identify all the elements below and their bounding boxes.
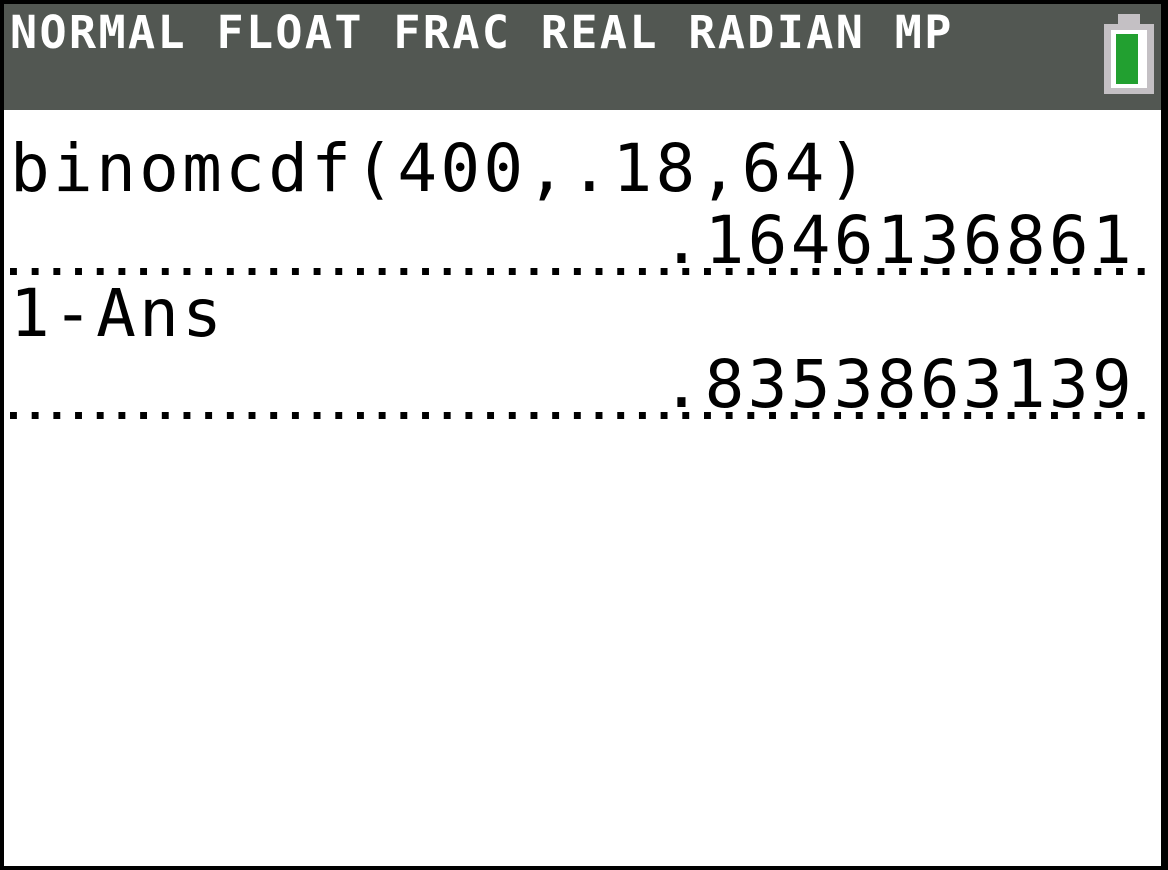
entry-divider [10, 412, 1156, 419]
history-result-1[interactable]: .1646136861 [662, 208, 1135, 274]
history-result-2[interactable]: .8353863139 [662, 352, 1135, 418]
history-input-2[interactable]: 1-Ans [10, 281, 225, 347]
history-input-1[interactable]: binomcdf(400,.18,64) [10, 136, 871, 202]
status-bar: NORMAL FLOAT FRAC REAL RADIAN MP [4, 4, 1161, 110]
entry-divider [10, 268, 1156, 275]
calculator-screen: NORMAL FLOAT FRAC REAL RADIAN MP binomcd… [0, 0, 1168, 870]
battery-full-icon [1104, 14, 1154, 94]
mode-indicators: NORMAL FLOAT FRAC REAL RADIAN MP [10, 6, 954, 59]
